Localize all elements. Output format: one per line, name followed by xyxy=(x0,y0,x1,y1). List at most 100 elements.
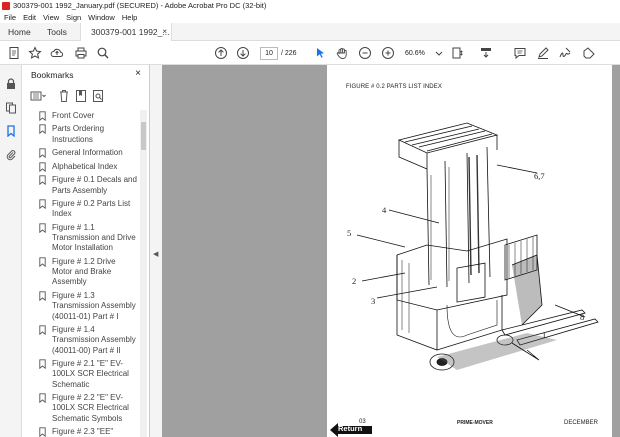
options-menu-icon[interactable] xyxy=(30,89,46,103)
bookmarks-panel: Bookmarks × Front Cover Parts Ordering In… xyxy=(22,65,150,437)
callout-1: 1 xyxy=(542,330,547,340)
bookmark-label: General Information xyxy=(52,148,123,158)
tab-bar: Home Tools 300379-001 1992_... × xyxy=(0,23,620,41)
previous-page-icon[interactable] xyxy=(214,46,228,60)
bookmark-item[interactable]: Alphabetical Index xyxy=(22,162,140,172)
page-thumbnails-icon[interactable] xyxy=(5,102,17,114)
bookmark-icon xyxy=(39,223,46,233)
callout-5: 5 xyxy=(347,228,352,238)
left-rail xyxy=(0,65,22,437)
prime-mover-logo: PRIME-MOVER xyxy=(457,420,493,426)
lock-icon[interactable] xyxy=(5,78,17,90)
create-pdf-icon[interactable] xyxy=(7,46,21,60)
delete-bookmark-icon[interactable] xyxy=(58,89,70,103)
menu-edit[interactable]: Edit xyxy=(23,12,36,23)
bookmark-item[interactable]: Front Cover xyxy=(22,111,140,121)
toolbar: 10 / 226 60.6% xyxy=(0,41,620,65)
tab-document[interactable]: 300379-001 1992_... × xyxy=(80,23,172,41)
bookmark-search-icon[interactable] xyxy=(92,89,104,103)
bookmark-label: Front Cover xyxy=(52,111,95,120)
bookmark-item[interactable]: Figure # 2.1 "E" EV-100LX SCR Electrical… xyxy=(22,359,140,390)
return-button-label[interactable]: Return xyxy=(338,424,362,433)
bookmark-icon xyxy=(39,148,46,159)
bookmark-icon xyxy=(39,175,46,186)
menu-sign[interactable]: Sign xyxy=(66,12,81,23)
bookmark-label: Figure # 1.3 Transmission Assembly (4001… xyxy=(52,290,136,321)
attachment-icon[interactable] xyxy=(5,149,17,161)
bookmark-panel-icon[interactable] xyxy=(5,125,17,137)
comment-icon[interactable] xyxy=(513,46,527,60)
new-bookmark-icon[interactable] xyxy=(75,89,87,103)
bookmark-icon xyxy=(39,325,46,336)
tab-tools[interactable]: Tools xyxy=(47,23,67,41)
bookmark-label: Figure # 1.2 Drive Motor and Brake Assem… xyxy=(52,256,116,287)
select-cursor-icon[interactable] xyxy=(313,46,327,60)
bookmark-item[interactable]: Parts Ordering Instructions xyxy=(22,124,140,145)
search-icon[interactable] xyxy=(96,46,110,60)
chevron-down-icon[interactable] xyxy=(434,46,444,60)
menu-help[interactable]: Help xyxy=(122,12,137,23)
panel-collapse-strip[interactable]: ◀ xyxy=(150,65,162,437)
bookmark-item[interactable]: Figure # 2.2 "E" EV-100LX SCR Electrical… xyxy=(22,393,140,424)
bookmark-icon xyxy=(39,162,46,172)
callout-3: 3 xyxy=(371,296,376,306)
bookmark-icon xyxy=(39,124,46,135)
callout-2: 2 xyxy=(352,276,357,286)
bookmark-item[interactable]: Figure # 0.1 Decals and Parts Assembly xyxy=(22,175,140,196)
bookmark-list: Front Cover Parts Ordering Instructions Ge… xyxy=(22,111,140,437)
bookmark-item[interactable]: General Information xyxy=(22,148,140,159)
bookmark-tools xyxy=(30,89,140,105)
bookmark-item[interactable]: Figure # 2.3 "EE" xyxy=(22,427,140,437)
close-tab-icon[interactable]: × xyxy=(162,23,167,41)
collapse-panel-icon[interactable]: ◀ xyxy=(153,250,158,258)
bookmark-icon xyxy=(39,291,46,301)
menu-window[interactable]: Window xyxy=(88,12,115,23)
bookmark-label: Parts Ordering Instructions xyxy=(52,124,105,144)
callout-6-7: 6,7 xyxy=(534,171,545,181)
bookmark-label: Figure # 0.2 Parts List Index xyxy=(52,199,131,219)
bookmark-label: Figure # 2.3 "EE" xyxy=(52,427,114,437)
bookmark-icon xyxy=(39,359,46,370)
next-page-icon[interactable] xyxy=(236,46,250,60)
menu-file[interactable]: File xyxy=(4,12,16,23)
star-icon[interactable] xyxy=(28,46,42,60)
menu-view[interactable]: View xyxy=(43,12,59,23)
close-panel-icon[interactable]: × xyxy=(135,68,141,79)
bookmarks-scrollbar[interactable] xyxy=(140,110,147,437)
bookmark-item[interactable]: Figure # 1.2 Drive Motor and Brake Assem… xyxy=(22,257,140,288)
scroll-mode-icon[interactable] xyxy=(479,46,493,60)
document-page: FIGURE # 0.2 PARTS LIST INDEX 6,7 4 5 2 … xyxy=(327,65,612,437)
bookmark-item[interactable]: Figure # 0.2 Parts List Index xyxy=(22,199,140,220)
tab-document-label: 300379-001 1992_... xyxy=(91,27,170,37)
bookmark-item[interactable]: Figure # 1.3 Transmission Assembly (4001… xyxy=(22,291,140,322)
highlight-pen-icon[interactable] xyxy=(536,46,550,60)
more-tools-icon[interactable] xyxy=(582,46,596,60)
sign-icon[interactable] xyxy=(558,46,572,60)
panel-title: Bookmarks xyxy=(31,70,74,80)
menu-bar: File Edit View Sign Window Help xyxy=(0,12,620,23)
bookmark-label: Figure # 1.4 Transmission Assembly (4001… xyxy=(52,325,136,355)
tab-home[interactable]: Home xyxy=(8,23,31,41)
hand-tool-icon[interactable] xyxy=(335,46,349,60)
zoom-level-select[interactable]: 60.6% xyxy=(405,47,435,60)
page-footer-date: DECEMBER xyxy=(564,420,599,426)
bookmark-label: Alphabetical Index xyxy=(52,161,118,171)
page-total: / 226 xyxy=(281,50,297,57)
bookmark-item[interactable]: Figure # 1.1 Transmission and Drive Moto… xyxy=(22,223,140,254)
figure-heading: FIGURE # 0.2 PARTS LIST INDEX xyxy=(346,84,442,90)
bookmark-item[interactable]: Figure # 1.4 Transmission Assembly (4001… xyxy=(22,325,140,356)
upload-cloud-icon[interactable] xyxy=(50,46,64,60)
bookmark-icon xyxy=(39,393,46,404)
zoom-out-icon[interactable] xyxy=(358,46,372,60)
zoom-in-icon[interactable] xyxy=(381,46,395,60)
bookmark-label: Figure # 2.2 "E" EV-100LX SCR Electrical… xyxy=(52,393,129,423)
print-icon[interactable] xyxy=(74,46,88,60)
bookmark-icon xyxy=(39,257,46,267)
bookmark-icon xyxy=(39,199,46,210)
page-fit-icon[interactable] xyxy=(450,46,464,60)
bookmark-icon xyxy=(39,427,46,437)
window-title: 300379-001 1992_January.pdf (SECURED) - … xyxy=(13,1,267,10)
page-number-input[interactable]: 10 xyxy=(260,47,278,60)
bookmark-label: Figure # 1.1 Transmission and Drive Moto… xyxy=(52,222,136,253)
scrollbar-thumb[interactable] xyxy=(141,122,146,150)
